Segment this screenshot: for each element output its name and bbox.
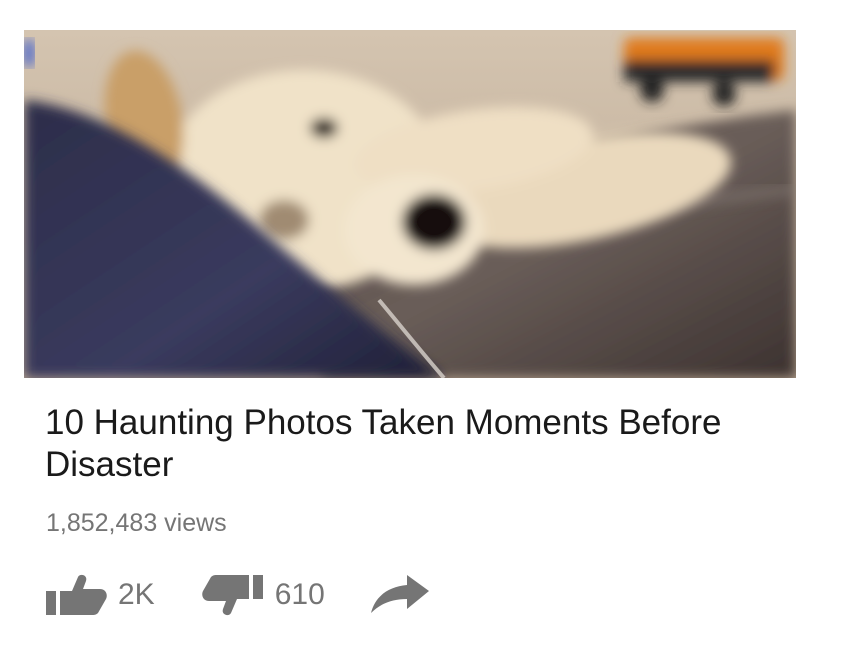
thumbs-down-icon: [201, 573, 265, 617]
action-bar: 2K 610: [44, 570, 431, 620]
video-title: 10 Haunting Photos Taken Moments Before …: [45, 403, 722, 484]
video-thumbnail[interactable]: [24, 30, 796, 378]
like-count: 2K: [118, 578, 155, 611]
view-count: 1,852,483 views: [46, 509, 227, 537]
like-button[interactable]: 2K: [44, 573, 155, 617]
share-arrow-icon: [370, 575, 431, 615]
dislike-count: 610: [274, 578, 325, 611]
share-button[interactable]: [370, 575, 431, 615]
dislike-button[interactable]: 610: [201, 573, 325, 617]
thumbs-up-icon: [44, 573, 108, 617]
dog-on-couch-image: [24, 30, 796, 378]
